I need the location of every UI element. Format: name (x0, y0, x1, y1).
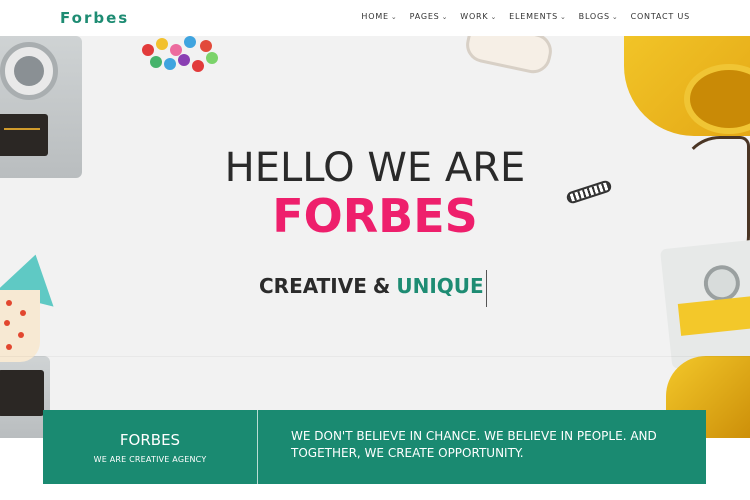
nav-item-blogs[interactable]: BLOGS ⌄ (579, 12, 619, 21)
eraser-image (462, 36, 556, 77)
toy-rocket-body-image (0, 290, 40, 362)
hero-tagline: CREATIVE & UNIQUE (259, 274, 484, 298)
intro-subtitle: WE ARE CREATIVE AGENCY (93, 454, 207, 464)
nav-item-work[interactable]: WORK ⌄ (460, 12, 497, 21)
nav-label: ELEMENTS (509, 12, 558, 21)
chevron-down-icon: ⌄ (390, 12, 398, 21)
site-logo[interactable]: Forbes (60, 9, 129, 27)
tagline-amp: & (372, 274, 391, 298)
chevron-down-icon: ⌄ (441, 12, 449, 21)
nav-label: PAGES (409, 12, 440, 21)
intro-quote: WE DON'T BELIEVE IN CHANCE. WE BELIEVE I… (291, 429, 657, 460)
nav-item-pages[interactable]: PAGES ⌄ (410, 12, 449, 21)
hero-section: HELLO WE ARE FORBES CREATIVE & UNIQUE (0, 36, 750, 438)
typing-cursor (486, 270, 487, 307)
nav-label: WORK (460, 12, 489, 21)
hero-heading: HELLO WE ARE (224, 145, 526, 191)
site-header: Forbes HOME ⌄ PAGES ⌄ WORK ⌄ ELEMENTS ⌄ … (0, 0, 750, 36)
tagline-accent: UNIQUE (396, 274, 484, 298)
candy-dots-image (140, 36, 230, 76)
intro-banner: FORBES WE ARE CREATIVE AGENCY WE DON'T B… (43, 410, 706, 484)
intro-brand-block: FORBES WE ARE CREATIVE AGENCY (43, 410, 258, 484)
main-nav: HOME ⌄ PAGES ⌄ WORK ⌄ ELEMENTS ⌄ BLOGS ⌄… (361, 12, 690, 21)
nav-label: CONTACT US (630, 12, 690, 21)
nav-label: BLOGS (578, 12, 610, 21)
chevron-down-icon: ⌄ (490, 12, 498, 21)
cassette-image (660, 239, 750, 369)
nav-item-contact-us[interactable]: CONTACT US (631, 12, 690, 21)
chevron-down-icon: ⌄ (611, 12, 619, 21)
nav-label: HOME (361, 12, 389, 21)
hero-brand: FORBES (272, 189, 478, 243)
nav-item-elements[interactable]: ELEMENTS ⌄ (509, 12, 567, 21)
intro-title: FORBES (119, 430, 181, 449)
intro-quote-block: WE DON'T BELIEVE IN CHANCE. WE BELIEVE I… (258, 410, 706, 484)
chevron-down-icon: ⌄ (560, 12, 567, 21)
nav-item-home[interactable]: HOME ⌄ (361, 12, 397, 21)
tagline-prefix: CREATIVE (259, 274, 367, 298)
